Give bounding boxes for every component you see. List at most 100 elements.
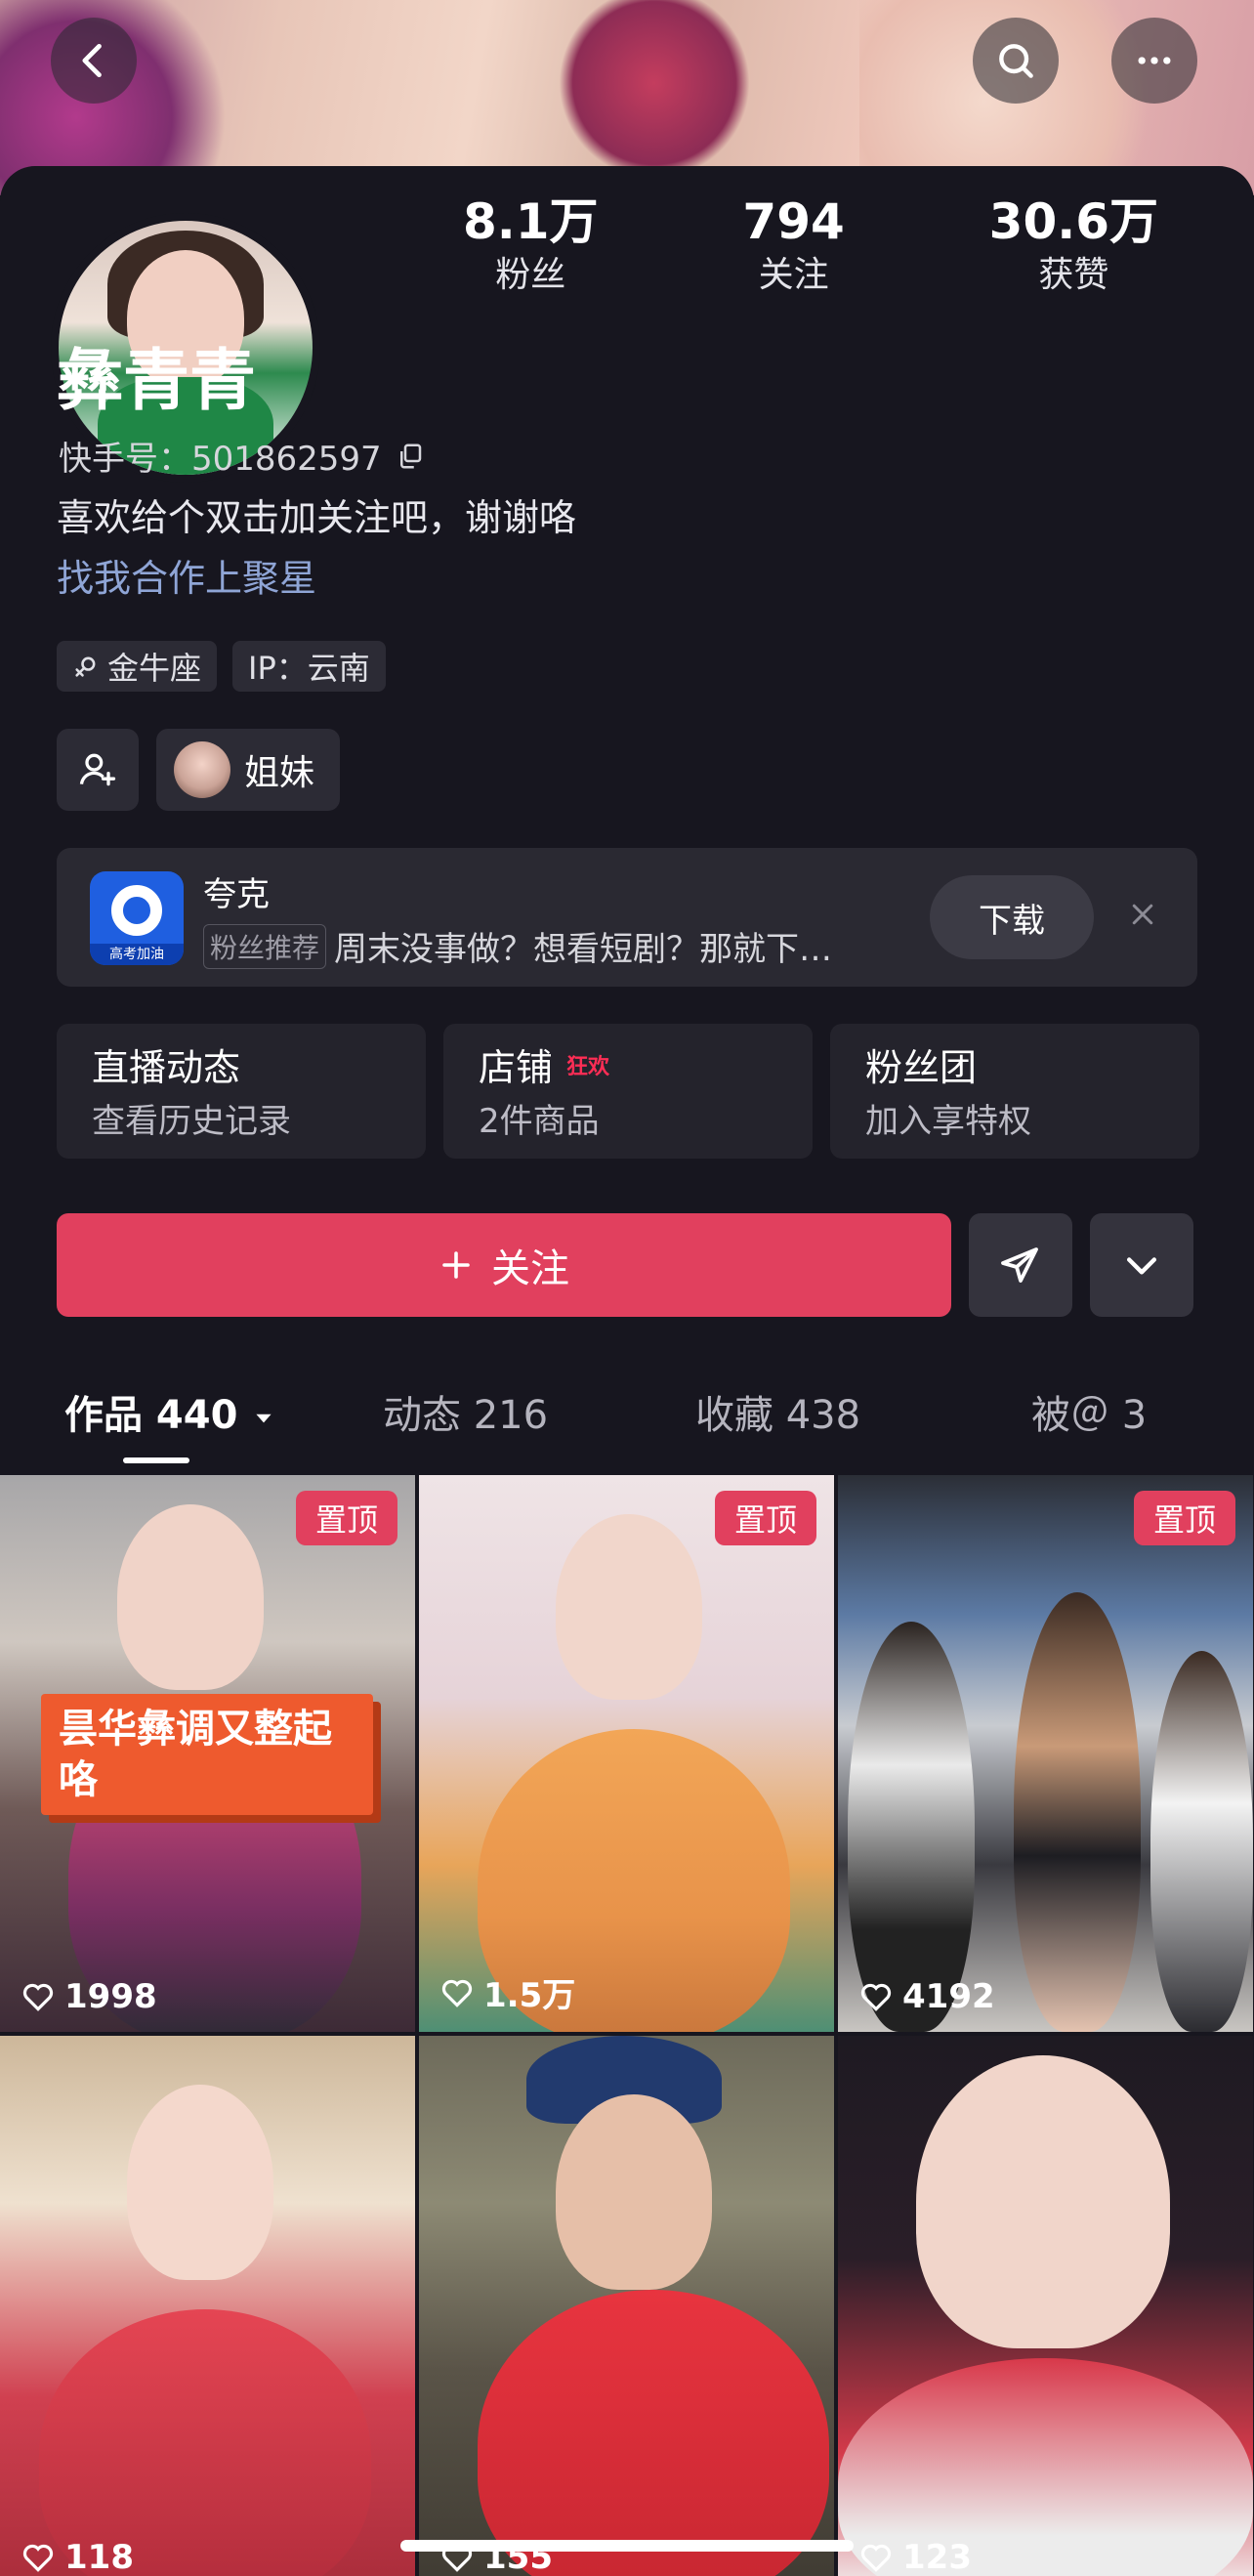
stat-followers-label: 粉丝 bbox=[495, 255, 566, 295]
card-shop-sub: 2件商品 bbox=[479, 1102, 600, 1141]
video-tile[interactable]: 置顶 4192 bbox=[838, 1475, 1253, 2032]
kuaishou-id: 快手号：501862597 bbox=[59, 440, 382, 479]
home-indicator[interactable] bbox=[400, 2540, 854, 2552]
gender-female-icon bbox=[75, 656, 96, 677]
pinned-badge: 置顶 bbox=[296, 1491, 397, 1545]
friends-row: 姐妹 bbox=[57, 729, 341, 811]
stat-likes-count: 30.6万 bbox=[988, 193, 1159, 250]
like-count-value: 1998 bbox=[64, 1977, 157, 2016]
content-tabs: 作品 440 动态 216 收藏 438 被＠ 3 bbox=[0, 1373, 1254, 1467]
ad-banner[interactable]: 高考加油 夸克 粉丝推荐 周末没事做？想看短剧？那就下… 下载 bbox=[57, 848, 1197, 987]
tab-favorites[interactable]: 收藏 438 bbox=[695, 1383, 860, 1440]
tag-zodiac-label: 金牛座 bbox=[107, 650, 202, 687]
tab-favorites-label: 收藏 438 bbox=[695, 1393, 861, 1438]
sisters-label: 姐妹 bbox=[244, 753, 315, 793]
caret-down-icon bbox=[256, 1414, 272, 1423]
stat-likes-label: 获赞 bbox=[1038, 255, 1109, 295]
like-count: 118 bbox=[20, 2538, 134, 2576]
pinned-badge: 置顶 bbox=[1134, 1491, 1235, 1545]
more-button[interactable] bbox=[1111, 18, 1197, 104]
tab-mentions[interactable]: 被＠ 3 bbox=[1031, 1383, 1147, 1440]
video-tile[interactable]: 123 bbox=[838, 2036, 1253, 2576]
like-count: 1998 bbox=[20, 1977, 157, 2016]
tab-mentions-label: 被＠ 3 bbox=[1031, 1393, 1148, 1438]
stat-followers-count: 8.1万 bbox=[462, 193, 599, 250]
ad-close-button[interactable] bbox=[1115, 887, 1170, 942]
stat-following-label: 关注 bbox=[758, 255, 829, 295]
expand-button[interactable] bbox=[1090, 1213, 1193, 1317]
video-tile[interactable]: 155 bbox=[419, 2036, 834, 2576]
sisters-button[interactable]: 姐妹 bbox=[156, 729, 341, 811]
tab-works[interactable]: 作品 440 bbox=[64, 1383, 276, 1463]
ad-app-name: 夸克 bbox=[203, 875, 270, 914]
card-shop-title: 店铺 bbox=[479, 1046, 554, 1089]
card-shop-hot-badge: 狂欢 bbox=[566, 1055, 610, 1079]
sister-avatar bbox=[174, 741, 230, 798]
profile-bio: 喜欢给个双击加关注吧，谢谢咯 bbox=[57, 496, 577, 539]
ad-text: 周末没事做？想看短剧？那就下… bbox=[334, 930, 833, 969]
pinned-badge: 置顶 bbox=[715, 1491, 816, 1545]
like-count: 123 bbox=[857, 2538, 972, 2576]
stat-followers[interactable]: 8.1万 粉丝 bbox=[463, 191, 599, 299]
feature-cards: 直播动态 查看历史记录 店铺 狂欢 2件商品 粉丝团 加入享特权 bbox=[57, 1024, 1199, 1159]
card-fan-club[interactable]: 粉丝团 加入享特权 bbox=[830, 1024, 1199, 1159]
logo-caption: 高考加油 bbox=[90, 944, 184, 965]
stat-likes[interactable]: 30.6万 获赞 bbox=[989, 191, 1158, 299]
like-count: 1.5万 bbox=[439, 1968, 575, 2016]
heart-icon bbox=[860, 2544, 892, 2572]
quark-logo: 高考加油 bbox=[90, 871, 184, 965]
tag-ip: IP：云南 bbox=[232, 641, 386, 692]
profile-tags: 金牛座 IP：云南 bbox=[57, 641, 386, 692]
tab-moments[interactable]: 动态 216 bbox=[383, 1383, 548, 1440]
heart-icon bbox=[860, 1983, 892, 2011]
ad-text-row: 粉丝推荐 周末没事做？想看短剧？那就下… bbox=[203, 922, 887, 970]
chevron-left-icon bbox=[82, 43, 102, 78]
video-overlay-title: 昙华彝调又整起咯 bbox=[41, 1694, 373, 1815]
follow-button[interactable]: 关注 bbox=[57, 1213, 951, 1317]
like-count-value: 4192 bbox=[902, 1977, 995, 2016]
tab-moments-label: 动态 216 bbox=[383, 1393, 549, 1438]
heart-icon bbox=[441, 1979, 473, 2007]
profile-stats: 8.1万 粉丝 794 关注 30.6万 获赞 bbox=[391, 191, 1231, 299]
card-fan-title: 粉丝团 bbox=[865, 1046, 978, 1089]
like-count: 4192 bbox=[857, 1977, 995, 2016]
video-tile[interactable]: 118 bbox=[0, 2036, 415, 2576]
more-dots-icon bbox=[1138, 57, 1171, 64]
add-friend-button[interactable] bbox=[57, 729, 139, 811]
video-tile[interactable]: 置顶 昙华彝调又整起咯 1998 bbox=[0, 1475, 415, 2032]
heart-icon bbox=[22, 2544, 54, 2572]
video-tile[interactable]: 置顶 1.5万 bbox=[419, 1475, 834, 2032]
action-row: 关注 bbox=[57, 1213, 1193, 1317]
follow-label: 关注 bbox=[491, 1246, 569, 1291]
chevron-down-icon bbox=[1126, 1257, 1157, 1275]
tab-works-label: 作品 440 bbox=[64, 1393, 238, 1438]
plus-icon bbox=[442, 1251, 470, 1279]
share-button[interactable] bbox=[969, 1213, 1072, 1317]
card-live-sub: 查看历史记录 bbox=[92, 1102, 291, 1141]
tag-zodiac: 金牛座 bbox=[57, 641, 218, 692]
ad-badge: 粉丝推荐 bbox=[203, 923, 327, 969]
back-button[interactable] bbox=[51, 18, 137, 104]
tab-underline bbox=[123, 1457, 189, 1463]
like-count-value: 123 bbox=[902, 2538, 972, 2576]
tag-ip-label: IP：云南 bbox=[248, 650, 370, 687]
cooperation-link[interactable]: 找我合作上聚星 bbox=[57, 553, 316, 604]
profile-name: 彝青青 bbox=[57, 343, 257, 420]
card-fan-sub: 加入享特权 bbox=[865, 1102, 1031, 1141]
download-button[interactable]: 下载 bbox=[930, 875, 1094, 959]
copy-icon[interactable] bbox=[396, 442, 425, 471]
card-live-history[interactable]: 直播动态 查看历史记录 bbox=[57, 1024, 426, 1159]
heart-icon bbox=[22, 1983, 54, 2011]
stat-following[interactable]: 794 关注 bbox=[742, 191, 844, 299]
send-icon bbox=[1001, 1247, 1038, 1283]
like-count-value: 1.5万 bbox=[483, 1976, 576, 2015]
card-shop[interactable]: 店铺 狂欢 2件商品 bbox=[443, 1024, 813, 1159]
kuaishou-id-row[interactable]: 快手号：501862597 bbox=[59, 432, 425, 480]
stat-following-count: 794 bbox=[742, 193, 845, 250]
search-button[interactable] bbox=[973, 18, 1059, 104]
add-user-icon bbox=[79, 753, 116, 786]
card-live-title: 直播动态 bbox=[92, 1046, 241, 1089]
close-icon bbox=[1132, 904, 1153, 925]
like-count-value: 118 bbox=[64, 2538, 134, 2576]
search-icon bbox=[999, 44, 1033, 78]
